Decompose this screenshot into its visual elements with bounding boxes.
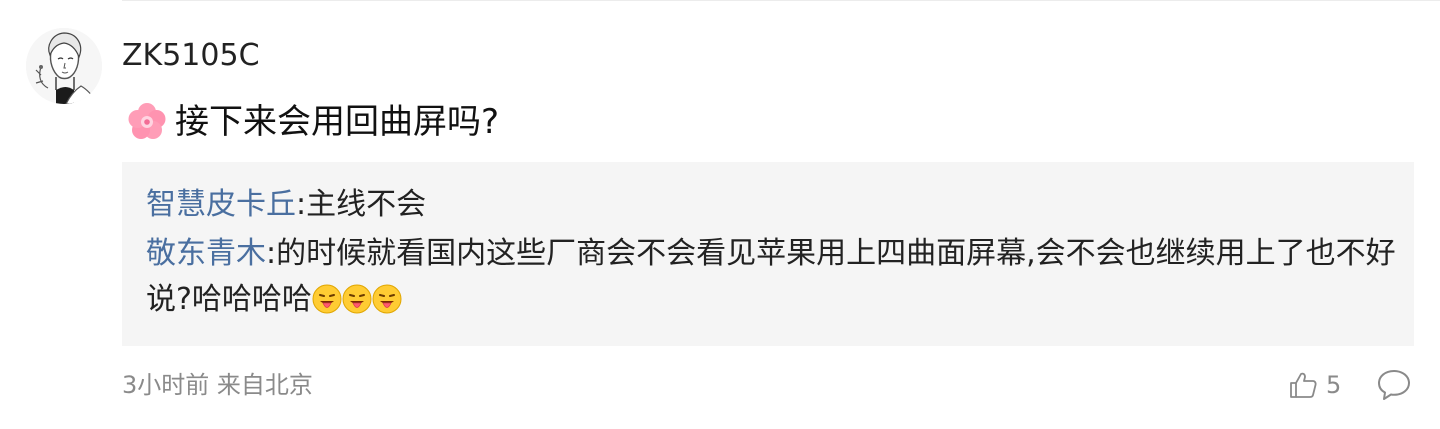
- tongue-emoji-icon: [312, 284, 342, 314]
- like-count: 5: [1326, 371, 1342, 399]
- reply-author-name[interactable]: 敬东青木: [146, 236, 266, 271]
- reply-separator: :: [296, 187, 307, 222]
- avatar-illustration: [26, 28, 102, 104]
- reply-item[interactable]: 智慧皮卡丘:主线不会: [146, 182, 426, 228]
- reply-text: 主线不会: [306, 187, 427, 222]
- tongue-emoji-icon: [372, 284, 402, 314]
- flower-emoji-icon: [128, 103, 166, 139]
- tongue-emoji-icon: [342, 284, 372, 314]
- like-button[interactable]: 5: [1288, 366, 1341, 404]
- speech-bubble-icon: [1378, 370, 1410, 400]
- avatar[interactable]: [26, 28, 102, 104]
- thumbs-up-icon: [1290, 372, 1317, 398]
- comment-time: 3小时前: [122, 371, 210, 399]
- comment-meta: 3小时前 来自北京: [122, 368, 313, 402]
- comment-body: 接下来会用回曲屏吗?: [127, 98, 499, 146]
- comment-location: 来自北京: [216, 371, 313, 399]
- reply-author-name[interactable]: 智慧皮卡丘: [146, 187, 296, 222]
- top-divider: [122, 0, 1440, 1]
- comment-text: 接下来会用回曲屏吗?: [175, 102, 500, 142]
- reply-button[interactable]: [1374, 366, 1414, 404]
- reply-item[interactable]: 敬东青木:的时候就看国内这些厂商会不会看见苹果用上四曲面屏幕,会不会也继续用上了…: [146, 231, 1396, 323]
- reply-preview-box[interactable]: 智慧皮卡丘:主线不会 敬东青木:的时候就看国内这些厂商会不会看见苹果用上四曲面屏…: [122, 162, 1414, 346]
- reply-separator: :: [266, 236, 277, 271]
- username[interactable]: ZK5105C: [122, 36, 260, 76]
